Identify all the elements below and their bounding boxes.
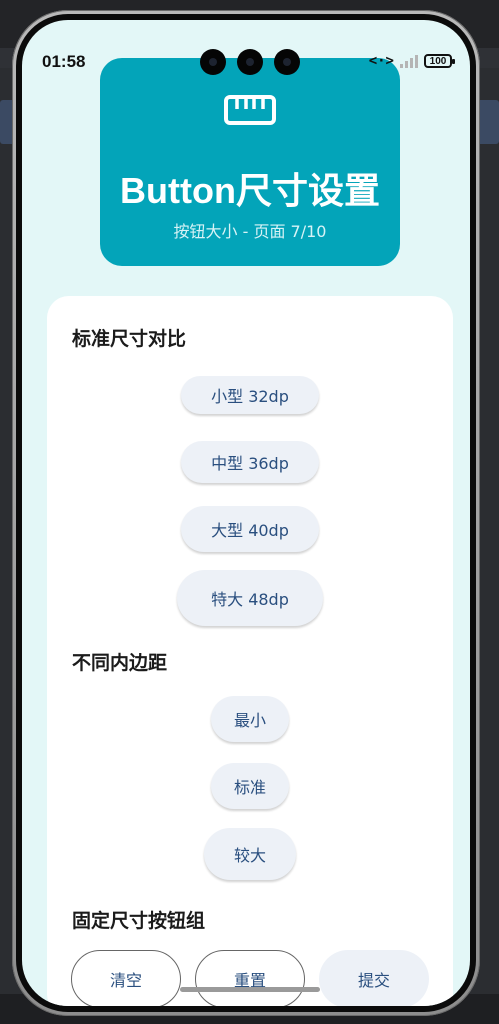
padding-standard-button[interactable]: 标准: [211, 763, 289, 809]
developer-mode-icon: <·>: [368, 53, 394, 69]
page-subtitle: 按钮大小 - 页面 7/10: [173, 222, 327, 241]
phone-frame: 01:58 Button尺寸设置 按钮大小 - 页面 7/10 <·> 100 …: [12, 10, 480, 1016]
small-32dp-button[interactable]: 小型 32dp: [181, 376, 319, 414]
padding-min-button[interactable]: 最小: [211, 696, 289, 742]
reset-button[interactable]: 重置: [195, 950, 305, 1006]
header-card: Button尺寸设置 按钮大小 - 页面 7/10: [100, 58, 400, 266]
content-card: 标准尺寸对比 小型 32dp 中型 36dp 大型 40dp 特大 48dp 不…: [47, 296, 453, 1006]
status-time: 01:58: [42, 52, 86, 71]
section-title-fixed: 固定尺寸按钮组: [72, 910, 206, 932]
large-40dp-button[interactable]: 大型 40dp: [181, 506, 319, 552]
camera-cutout: [200, 49, 226, 75]
section-title-standard: 标准尺寸对比: [72, 328, 187, 350]
phone-screen: 01:58 Button尺寸设置 按钮大小 - 页面 7/10 <·> 100 …: [22, 20, 470, 1006]
submit-button[interactable]: 提交: [319, 950, 429, 1006]
ruler-icon: [224, 95, 276, 125]
medium-36dp-button[interactable]: 中型 36dp: [181, 441, 319, 483]
phone-bezel: 01:58 Button尺寸设置 按钮大小 - 页面 7/10 <·> 100 …: [16, 14, 476, 1012]
camera-cutout: [274, 49, 300, 75]
battery-icon: 100: [424, 54, 455, 68]
section-title-padding: 不同内边距: [72, 652, 168, 674]
status-icons: <·> 100: [368, 53, 455, 69]
signal-icon: [400, 54, 418, 68]
padding-large-button[interactable]: 较大: [204, 828, 296, 880]
clear-button[interactable]: 清空: [71, 950, 181, 1006]
page-title: Button尺寸设置: [120, 170, 380, 211]
xlarge-48dp-button[interactable]: 特大 48dp: [177, 570, 323, 626]
home-indicator[interactable]: [180, 987, 320, 992]
camera-cutout: [237, 49, 263, 75]
